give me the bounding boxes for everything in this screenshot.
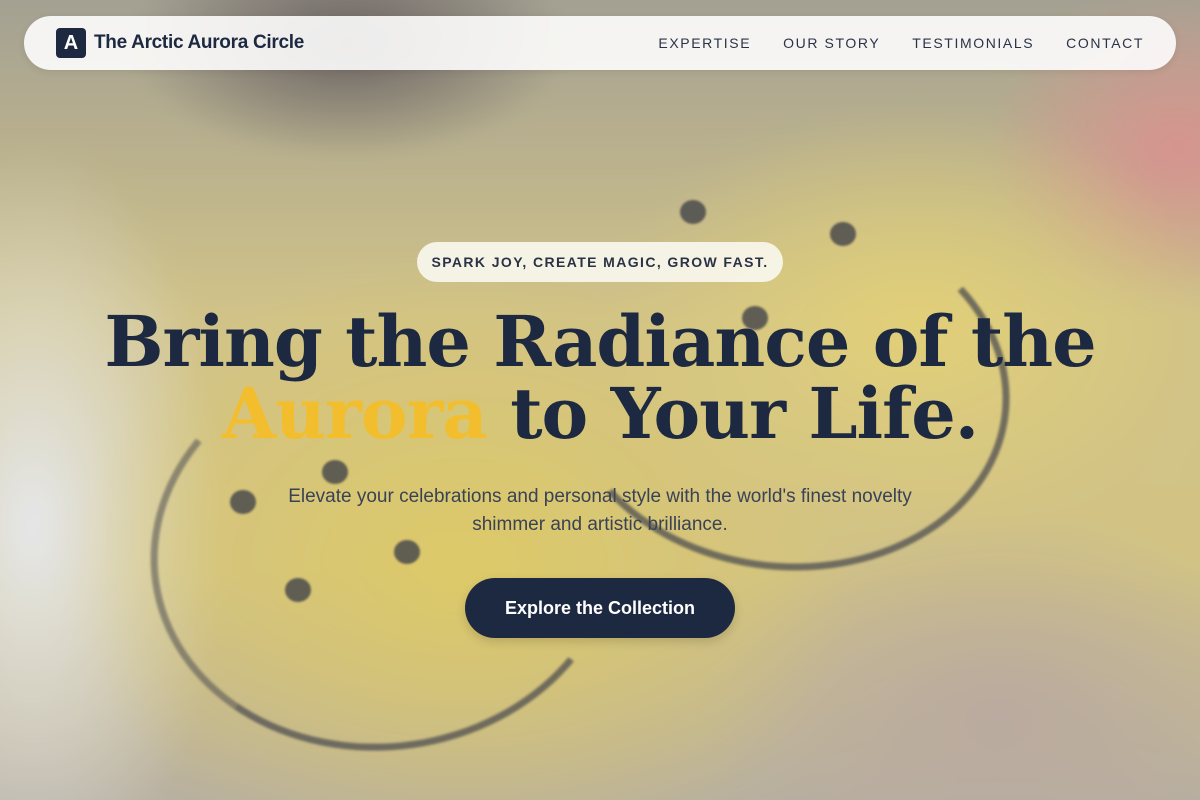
tagline-badge: SPARK JOY, CREATE MAGIC, GROW FAST. bbox=[417, 242, 783, 282]
headline-line-1: Bring the Radiance of the bbox=[104, 300, 1096, 383]
headline-accent-word: Aurora bbox=[221, 372, 488, 455]
hero-section: SPARK JOY, CREATE MAGIC, GROW FAST. Brin… bbox=[0, 0, 1200, 800]
explore-collection-button[interactable]: Explore the Collection bbox=[465, 578, 735, 638]
hero-headline: Bring the Radiance of the Aurora to Your… bbox=[100, 306, 1100, 450]
headline-line-2-rest: to Your Life. bbox=[486, 372, 979, 455]
hero-subtitle: Elevate your celebrations and personal s… bbox=[288, 486, 912, 535]
